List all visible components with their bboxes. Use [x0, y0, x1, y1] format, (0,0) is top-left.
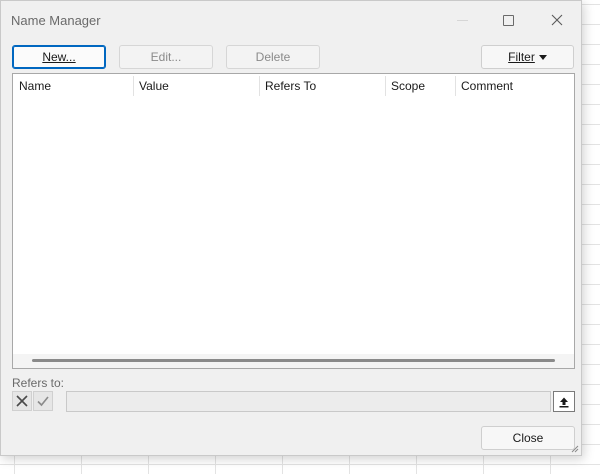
delete-button[interactable]: Delete: [226, 45, 320, 69]
accept-edit-button[interactable]: [33, 391, 53, 411]
window-close-button[interactable]: [536, 5, 578, 35]
filter-button-accel: F: [508, 50, 516, 64]
new-button-accel: N: [42, 50, 51, 64]
horizontal-scrollbar[interactable]: [13, 354, 574, 368]
check-icon: [37, 396, 49, 407]
close-button-label: Close: [512, 431, 544, 445]
dialog-title: Name Manager: [11, 13, 101, 28]
refers-to-label: Refers to:: [12, 376, 65, 390]
cancel-edit-button[interactable]: [12, 391, 32, 411]
title-bar[interactable]: Name Manager: [1, 1, 581, 39]
column-header-refers-to[interactable]: Refers To: [259, 74, 385, 98]
maximize-icon: [502, 14, 514, 26]
maximize-button[interactable]: [487, 5, 529, 35]
filter-button-label: ilter: [515, 50, 535, 64]
edit-button-label: Edit...: [150, 50, 182, 64]
column-header-name[interactable]: Name: [13, 74, 133, 98]
caret-down-icon: [538, 54, 547, 60]
new-button[interactable]: New...: [12, 45, 106, 69]
refers-to-input[interactable]: [66, 391, 551, 412]
list-header: Name Value Refers To Scope Comment: [13, 74, 574, 98]
x-icon: [16, 395, 28, 407]
close-button[interactable]: Close: [481, 426, 575, 450]
upload-arrow-icon: [559, 397, 569, 407]
minimize-icon: [456, 19, 468, 21]
names-list[interactable]: Name Value Refers To Scope Comment: [12, 73, 575, 369]
filter-button[interactable]: Filter: [481, 45, 574, 69]
collapse-dialog-button[interactable]: [553, 391, 575, 412]
delete-button-label: Delete: [255, 50, 291, 64]
new-button-label: ew...: [50, 50, 76, 64]
column-header-value[interactable]: Value: [133, 74, 259, 98]
close-icon: [551, 14, 563, 26]
column-header-comment[interactable]: Comment: [455, 74, 574, 98]
name-manager-dialog: Name Manager New... Edit... Delete Filte…: [0, 0, 582, 456]
minimize-button: [441, 5, 483, 35]
resize-grip-icon[interactable]: [569, 443, 579, 453]
edit-button[interactable]: Edit...: [119, 45, 213, 69]
scrollbar-thumb[interactable]: [32, 359, 555, 362]
column-header-scope[interactable]: Scope: [385, 74, 455, 98]
